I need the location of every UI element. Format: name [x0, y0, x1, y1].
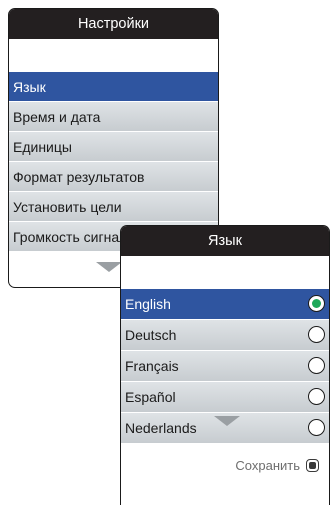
language-spacer — [121, 256, 329, 289]
save-label: Сохранить — [235, 458, 300, 473]
stop-square-icon — [306, 459, 319, 472]
radio-unchecked-icon[interactable] — [308, 388, 325, 405]
language-title: Язык — [121, 226, 329, 256]
settings-title: Настройки — [9, 9, 218, 39]
language-option-english[interactable]: English — [121, 289, 329, 320]
language-option-espanol[interactable]: Español — [121, 382, 329, 413]
language-screen: Язык English Deutsch Français Español Ne… — [120, 225, 330, 505]
scroll-down-arrow-icon[interactable] — [214, 416, 240, 426]
radio-unchecked-icon[interactable] — [308, 326, 325, 343]
language-option-label: English — [125, 296, 171, 312]
settings-spacer — [9, 39, 218, 72]
language-option-label: Nederlands — [125, 420, 197, 436]
settings-item-units[interactable]: Единицы — [9, 132, 218, 162]
language-option-label: Français — [125, 358, 179, 374]
language-option-francais[interactable]: Français — [121, 351, 329, 382]
language-option-label: Español — [125, 389, 176, 405]
radio-unchecked-icon[interactable] — [308, 419, 325, 436]
radio-dot — [311, 298, 321, 308]
settings-item-result-format[interactable]: Формат результатов — [9, 162, 218, 192]
scroll-down-arrow-icon[interactable] — [96, 262, 122, 272]
settings-item-language[interactable]: Язык — [9, 72, 218, 102]
settings-item-set-targets[interactable]: Установить цели — [9, 192, 218, 222]
language-option-deutsch[interactable]: Deutsch — [121, 320, 329, 351]
settings-item-time-date[interactable]: Время и дата — [9, 102, 218, 132]
radio-unchecked-icon[interactable] — [308, 357, 325, 374]
language-option-label: Deutsch — [125, 327, 177, 343]
save-button[interactable]: Сохранить — [235, 458, 319, 473]
radio-checked-icon[interactable] — [308, 295, 325, 312]
